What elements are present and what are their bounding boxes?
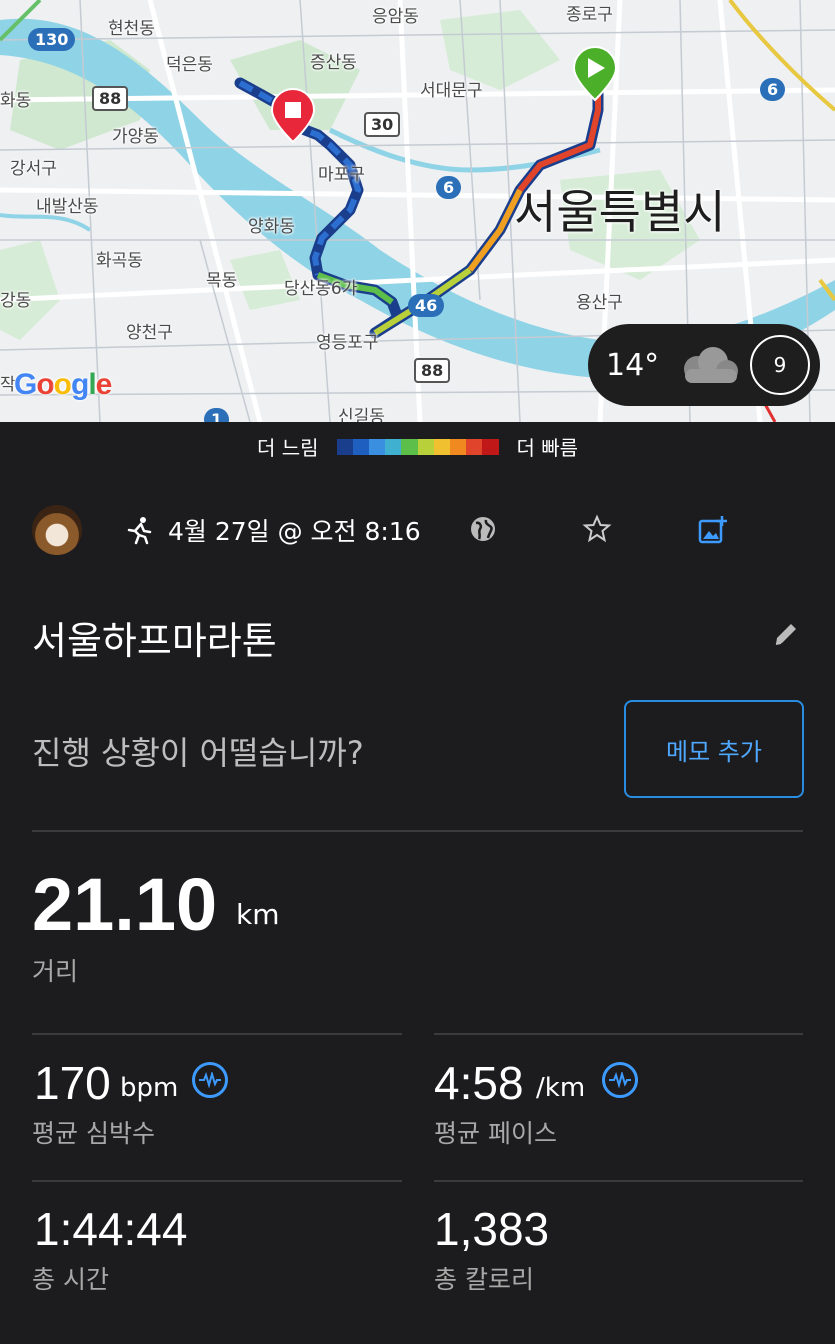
heart-rate-chart-icon[interactable] — [192, 1062, 228, 1098]
pace-value: 4:58 — [434, 1057, 524, 1109]
highway-shield: 46 — [408, 294, 445, 317]
divider — [32, 830, 803, 832]
star-icon[interactable] — [582, 514, 612, 544]
pace-gradient-segment — [482, 438, 499, 455]
map-label: 증산동 — [310, 53, 357, 73]
map-label: 마포구 — [318, 165, 365, 185]
pace-gradient-segment — [352, 438, 369, 455]
cloud-icon — [684, 347, 739, 383]
total-time-value: 1:44:44 — [34, 1203, 188, 1255]
map-label: 강서구 — [10, 159, 57, 179]
legend-faster-label: 더 빠름 — [516, 436, 579, 460]
total-time-label: 총 시간 — [32, 1265, 109, 1294]
map-label: 덕은동 — [166, 55, 213, 75]
map-label: 용산구 — [576, 293, 623, 313]
highway-shield: 6 — [760, 78, 786, 101]
pace-gradient-segment — [417, 438, 434, 455]
progress-prompt: 진행 상황이 어떨습니까? — [32, 734, 364, 772]
map-label: 양천구 — [126, 323, 173, 343]
pace-gradient-segment — [368, 438, 386, 455]
map-label: 현천동 — [108, 19, 155, 39]
map-city-label: 서울특별시 — [514, 185, 726, 239]
map-label: 영등포구 — [316, 333, 379, 353]
map-label: 화곡동 — [96, 251, 143, 271]
highway-shield: 130 — [28, 28, 76, 51]
activity-header: 4월 27일 @ 오전 8:16 — [32, 502, 802, 558]
activity-datetime: 4월 27일 @ 오전 8:16 — [168, 517, 421, 546]
map-label: 내발산동 — [36, 197, 99, 217]
pace-gradient-segment — [336, 438, 353, 455]
divider — [434, 1180, 803, 1182]
heart-rate-unit: bpm — [120, 1073, 179, 1103]
pace-gradient-bar — [336, 438, 499, 455]
add-photo-icon[interactable] — [696, 514, 728, 546]
pace-chart-icon[interactable] — [602, 1062, 638, 1098]
heart-rate-value: 170 — [34, 1057, 111, 1109]
calories-label: 총 칼로리 — [434, 1265, 534, 1294]
map-label: 당산동6가 — [284, 279, 358, 299]
pace-gradient-segment — [401, 438, 418, 455]
divider — [434, 1033, 803, 1035]
map-label: 양화동 — [248, 217, 295, 237]
running-icon — [127, 517, 152, 545]
map-label: 강동 — [0, 291, 32, 311]
weather-widget: 14° 9 — [588, 324, 820, 406]
highway-shield: 6 — [436, 176, 462, 199]
pace-gradient-segment — [385, 438, 402, 455]
map-label: 목동 — [206, 271, 238, 291]
map-label: 서대문구 — [420, 81, 483, 101]
pace-gradient-segment — [433, 438, 450, 455]
temperature: 14° — [606, 347, 660, 383]
route-shield: 88 — [414, 358, 451, 383]
distance-value: 21.10 — [32, 863, 218, 946]
route-map[interactable]: 현천동 응암동 종로구 덕은동 증산동 서대문구 화동 가양동 강서구 마포구 … — [0, 0, 835, 422]
avatar[interactable] — [32, 505, 82, 555]
pace-gradient-segment — [466, 438, 483, 455]
map-label: 종로구 — [566, 5, 613, 25]
heart-rate-label: 평균 심박수 — [32, 1119, 155, 1148]
add-memo-button[interactable]: 메모 추가 — [624, 700, 804, 798]
legend-slower-label: 더 느림 — [256, 436, 319, 460]
distance-label: 거리 — [32, 957, 79, 986]
distance-unit: km — [236, 898, 280, 931]
map-label: 가양동 — [112, 127, 159, 147]
map-label: 신길동 — [338, 407, 385, 422]
divider — [32, 1180, 402, 1182]
activity-title: 서울하프마라톤 — [32, 619, 277, 663]
route-shield: 30 — [364, 112, 401, 137]
route-shield: 88 — [92, 86, 129, 111]
pace-legend: 더 느림 더 빠름 — [0, 432, 835, 461]
globe-icon[interactable] — [468, 514, 498, 544]
pace-unit: /km — [536, 1073, 586, 1103]
pace-label: 평균 페이스 — [434, 1119, 557, 1148]
uv-index-dial: 9 — [750, 335, 810, 395]
divider — [32, 1033, 402, 1035]
map-label: 응암동 — [372, 7, 419, 27]
google-logo: Google — [14, 368, 112, 401]
uv-index-value: 9 — [773, 353, 787, 377]
edit-icon[interactable] — [772, 620, 800, 648]
pace-gradient-segment — [449, 438, 467, 455]
map-label: 화동 — [0, 91, 32, 111]
calories-value: 1,383 — [434, 1203, 550, 1255]
